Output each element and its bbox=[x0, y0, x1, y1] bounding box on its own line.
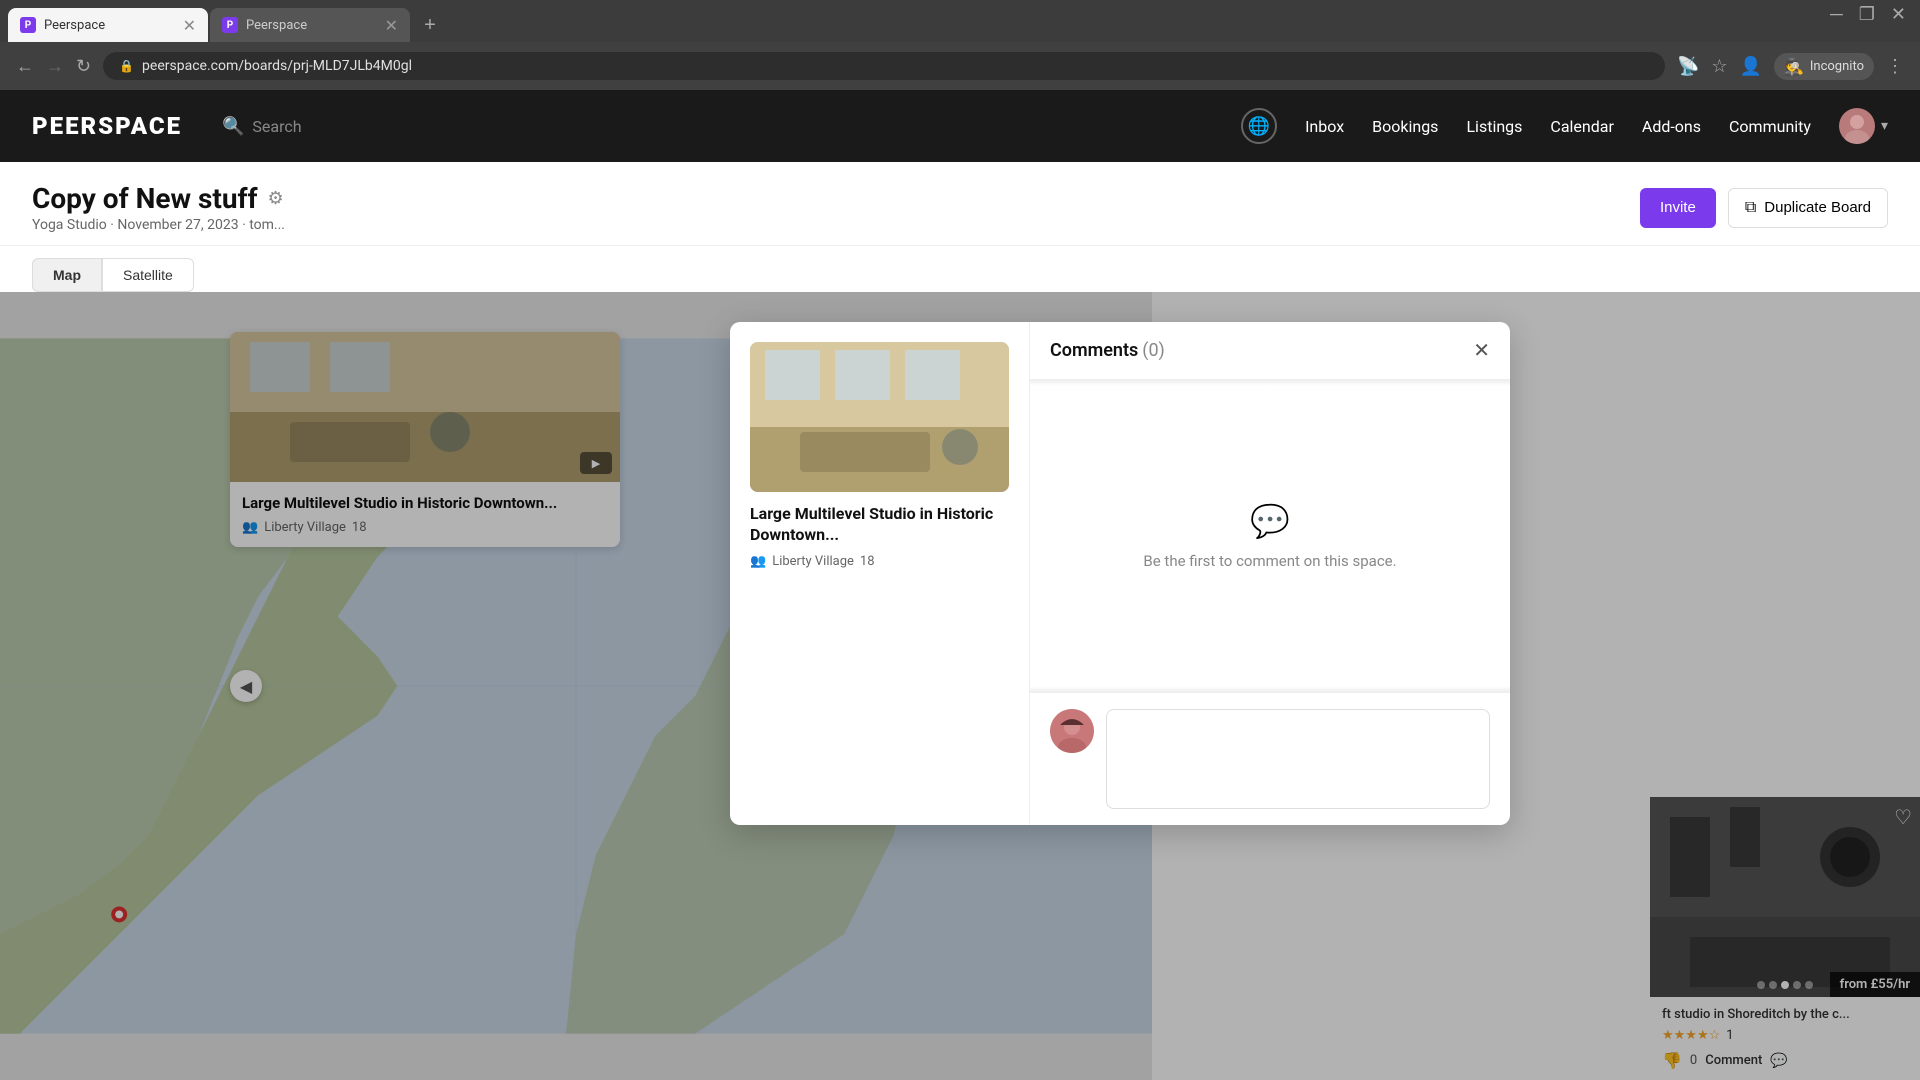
empty-comments-state: 💬 Be the first to comment on this space. bbox=[1143, 502, 1396, 570]
modal-listing-title: Large Multilevel Studio in Historic Down… bbox=[750, 504, 1009, 546]
incognito-btn[interactable]: 🕵 Incognito bbox=[1774, 53, 1874, 80]
new-tab-button[interactable]: + bbox=[416, 11, 444, 39]
chat-icon: 💬 bbox=[1250, 502, 1290, 540]
invite-button[interactable]: Invite bbox=[1640, 188, 1716, 228]
modal-listing-location: 👥 Liberty Village 18 bbox=[750, 554, 1009, 569]
modal-title: Comments bbox=[1050, 340, 1138, 361]
avatar bbox=[1839, 108, 1875, 144]
duplicate-label: Duplicate Board bbox=[1764, 199, 1871, 216]
nav-bookings[interactable]: Bookings bbox=[1372, 117, 1438, 136]
map-tab[interactable]: Map bbox=[32, 258, 102, 292]
satellite-tab[interactable]: Satellite bbox=[102, 258, 194, 292]
star-icon[interactable]: ☆ bbox=[1711, 56, 1727, 77]
reload-button[interactable]: ↻ bbox=[76, 56, 91, 77]
duplicate-icon: ⧉ bbox=[1745, 199, 1756, 217]
avatar-chevron: ▾ bbox=[1881, 118, 1888, 134]
scroll-indicator-bottom bbox=[1030, 686, 1510, 692]
search-label: Search bbox=[252, 117, 301, 136]
tab-favicon-1: P bbox=[20, 17, 36, 33]
lock-icon: 🔒 bbox=[119, 59, 134, 73]
modal-listing-panel: Large Multilevel Studio in Historic Down… bbox=[730, 322, 1030, 825]
modal-count: (0) bbox=[1142, 340, 1165, 361]
window-minimize[interactable]: ─ bbox=[1824, 4, 1849, 25]
page-subtitle: Yoga Studio · November 27, 2023 · tom... bbox=[32, 217, 285, 233]
empty-comments-text: Be the first to comment on this space. bbox=[1143, 552, 1396, 570]
modal-overlay: Large Multilevel Studio in Historic Down… bbox=[0, 292, 1920, 1080]
commenter-avatar bbox=[1050, 709, 1094, 753]
search-icon: 🔍 bbox=[222, 116, 244, 137]
cast-icon[interactable]: 📡 bbox=[1677, 56, 1699, 77]
comment-input[interactable] bbox=[1106, 709, 1490, 809]
modal-body: 💬 Be the first to comment on this space. bbox=[1030, 386, 1510, 686]
back-button[interactable]: ← bbox=[16, 56, 34, 77]
tab-close-1[interactable]: ✕ bbox=[183, 16, 196, 35]
url-text: peerspace.com/boards/prj-MLD7JLb4M0gl bbox=[142, 58, 412, 74]
nav-inbox[interactable]: Inbox bbox=[1305, 117, 1344, 136]
incognito-label: Incognito bbox=[1810, 59, 1864, 74]
tab-label-2: Peerspace bbox=[246, 18, 307, 33]
nav-community[interactable]: Community bbox=[1729, 117, 1811, 136]
tab-close-2[interactable]: ✕ bbox=[385, 16, 398, 35]
window-close[interactable]: ✕ bbox=[1885, 4, 1912, 25]
modal-comments-panel: Comments (0) ✕ 💬 Be the first to comment… bbox=[1030, 322, 1510, 825]
nav-addons[interactable]: Add-ons bbox=[1642, 117, 1701, 136]
tab-favicon-2: P bbox=[222, 17, 238, 33]
scroll-indicator-top bbox=[1030, 380, 1510, 386]
duplicate-board-button[interactable]: ⧉ Duplicate Board bbox=[1728, 188, 1888, 228]
window-maximize[interactable]: ❐ bbox=[1853, 4, 1881, 25]
incognito-icon: 🕵 bbox=[1784, 57, 1804, 76]
modal-header: Comments (0) ✕ bbox=[1030, 322, 1510, 380]
modal-listing-image bbox=[750, 342, 1009, 492]
profile-icon[interactable]: 👤 bbox=[1740, 56, 1762, 77]
tab-label-1: Peerspace bbox=[44, 18, 105, 33]
avatar-btn[interactable]: ▾ bbox=[1839, 108, 1888, 144]
modal-footer bbox=[1030, 692, 1510, 825]
menu-icon[interactable]: ⋮ bbox=[1886, 56, 1904, 77]
globe-button[interactable]: 🌐 bbox=[1241, 108, 1277, 144]
settings-icon[interactable]: ⚙ bbox=[268, 188, 284, 209]
tab-2[interactable]: P Peerspace ✕ bbox=[210, 8, 410, 42]
page-title: Copy of New stuff bbox=[32, 182, 258, 215]
forward-button[interactable]: → bbox=[46, 56, 64, 77]
tab-1[interactable]: P Peerspace ✕ bbox=[8, 8, 208, 42]
modal-people-icon: 👥 bbox=[750, 554, 766, 569]
logo-text: PEERSPACE bbox=[32, 112, 182, 140]
nav-listings[interactable]: Listings bbox=[1466, 117, 1522, 136]
site-logo[interactable]: PEERSPACE bbox=[32, 112, 182, 140]
comments-modal: Large Multilevel Studio in Historic Down… bbox=[730, 322, 1510, 825]
globe-icon: 🌐 bbox=[1248, 116, 1270, 137]
modal-people-count: 18 bbox=[860, 554, 875, 569]
nav-calendar[interactable]: Calendar bbox=[1550, 117, 1613, 136]
search-bar[interactable]: 🔍 Search bbox=[222, 116, 302, 137]
modal-close-button[interactable]: ✕ bbox=[1473, 338, 1490, 363]
modal-location-text: Liberty Village bbox=[772, 554, 854, 569]
